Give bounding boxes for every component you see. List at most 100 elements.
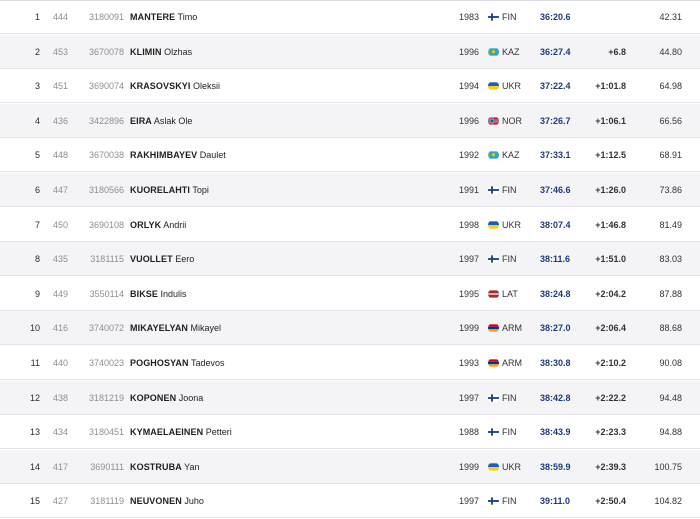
athlete-name[interactable]: KOSTRUBA Yan [130, 450, 200, 484]
table-row[interactable]: 4 436 3422896 EIRA Aslak Ole 1996 NOR 37:26.7 +… [0, 104, 700, 138]
ukraine-flag-icon [488, 220, 499, 230]
finland-flag-icon [488, 496, 499, 506]
table-row[interactable]: 9 449 3550114 BIKSE Indulis 1995 LAT 38:24.8 +2… [0, 277, 700, 311]
table-row[interactable]: 3 451 3690074 KRASOVSKYI Oleksii 1994 UKR 37:2… [0, 69, 700, 103]
bib-cell: 448 [53, 150, 69, 160]
fis-code-cell: 3181119 [90, 496, 124, 506]
time-behind-cell: +1:51.0 [595, 254, 626, 264]
bib-cell: 416 [53, 323, 69, 333]
fis-points-cell: 87.88 [659, 289, 682, 299]
athlete-surname: BIKSE [130, 289, 159, 299]
birth-year-cell: 1992 [458, 150, 479, 160]
fis-code-cell: 3670078 [88, 47, 124, 57]
table-row[interactable]: 15 427 3181119 NEUVONEN Juho 1997 FIN 39:11.0 +… [0, 484, 700, 518]
nation-cell: LAT [502, 289, 518, 299]
nation-cell: FIN [502, 12, 517, 22]
nation-cell: FIN [502, 496, 517, 506]
fis-points-cell: 94.48 [659, 393, 682, 403]
athlete-surname: KOPONEN [130, 393, 177, 403]
athlete-name[interactable]: KUORELAHTI Topi [130, 173, 209, 207]
athlete-surname: VUOLLET [130, 254, 173, 264]
athlete-given-name: Aslak Ole [153, 116, 193, 126]
athlete-surname: ORLYK [130, 220, 162, 230]
fis-code-cell: 3740023 [88, 358, 124, 368]
ukraine-flag-icon [488, 462, 499, 472]
athlete-surname: MIKAYELYAN [130, 323, 189, 333]
athlete-name[interactable]: MANTERE Timo [130, 0, 197, 34]
athlete-given-name: Daulet [199, 150, 226, 160]
table-row[interactable]: 7 450 3690108 ORLYK Andrii 1998 UKR 38:07.4 +1:… [0, 208, 700, 242]
athlete-name[interactable]: KRASOVSKYI Oleksii [130, 69, 220, 103]
athlete-name[interactable]: EIRA Aslak Ole [130, 104, 192, 138]
fis-points-cell: 88.68 [659, 323, 682, 333]
athlete-surname: MANTERE [130, 12, 176, 22]
athlete-given-name: Eero [175, 254, 195, 264]
athlete-given-name: Mikayel [190, 323, 222, 333]
fis-points-cell: 44.80 [659, 47, 682, 57]
fis-code-cell: 3690108 [88, 220, 124, 230]
fis-points-cell: 66.56 [659, 116, 682, 126]
time-cell: 37:33.1 [540, 150, 571, 160]
birth-year-cell: 1991 [458, 185, 479, 195]
birth-year-cell: 1983 [458, 12, 479, 22]
nation-cell: NOR [502, 116, 522, 126]
nation-cell: KAZ [502, 150, 520, 160]
fis-code-cell: 3181219 [88, 393, 124, 403]
table-row[interactable]: 2 453 3670078 KLIMIN Olzhas 1996 KAZ 36:27.4 +6… [0, 35, 700, 69]
athlete-surname: POGHOSYAN [130, 358, 189, 368]
fis-points-cell: 42.31 [659, 12, 682, 22]
fis-code-cell: 3670038 [88, 150, 124, 160]
finland-flag-icon [488, 427, 499, 437]
time-behind-cell: +1:06.1 [595, 116, 626, 126]
athlete-name[interactable]: KYMAELAEINEN Petteri [130, 415, 232, 449]
athlete-name[interactable]: ORLYK Andrii [130, 208, 186, 242]
fis-code-cell: 3180091 [88, 12, 124, 22]
table-row[interactable]: 11 440 3740023 POGHOSYAN Tadevos 1993 ARM 38:3… [0, 346, 700, 380]
bib-cell: 435 [53, 254, 69, 264]
athlete-surname: KOSTRUBA [130, 462, 182, 472]
athlete-name[interactable]: POGHOSYAN Tadevos [130, 346, 224, 380]
time-behind-cell: +2:23.3 [595, 427, 626, 437]
athlete-given-name: Topi [192, 185, 209, 195]
time-behind-cell: +2:50.4 [595, 496, 626, 506]
time-cell: 38:59.9 [540, 462, 571, 472]
nation-cell: UKR [502, 462, 522, 472]
table-row[interactable]: 8 435 3181115 VUOLLET Eero 1997 FIN 38:11.6 +1:… [0, 242, 700, 276]
rank-cell: 9 [34, 289, 40, 299]
fis-code-cell: 3690074 [88, 81, 124, 91]
fis-points-cell: 83.03 [659, 254, 682, 264]
fis-code-cell: 3181115 [90, 254, 124, 264]
kazakhstan-flag-icon [488, 47, 499, 57]
bib-cell: 447 [53, 185, 69, 195]
table-row[interactable]: 10 416 3740072 MIKAYELYAN Mikayel 1999 ARM 38:… [0, 311, 700, 345]
rank-cell: 2 [34, 47, 40, 57]
nation-cell: KAZ [502, 47, 520, 57]
athlete-name[interactable]: RAKHIMBAYEV Daulet [130, 138, 226, 172]
athlete-name[interactable]: MIKAYELYAN Mikayel [130, 311, 221, 345]
table-row[interactable]: 1 444 3180091 MANTERE Timo 1983 FIN 36:20.6 42.… [0, 0, 700, 34]
nation-cell: FIN [502, 393, 517, 403]
birth-year-cell: 1988 [458, 427, 479, 437]
rank-cell: 7 [34, 220, 40, 230]
table-row[interactable]: 14 417 3690111 KOSTRUBA Yan 1999 UKR 38:59.9 +2… [0, 450, 700, 484]
rank-cell: 3 [34, 81, 40, 91]
table-row[interactable]: 6 447 3180566 KUORELAHTI Topi 1991 FIN 37:46.6… [0, 173, 700, 207]
fis-points-cell: 104.82 [654, 496, 682, 506]
table-row[interactable]: 12 438 3181219 KOPONEN Joona 1997 FIN 38:42.8 +… [0, 381, 700, 415]
birth-year-cell: 1999 [458, 462, 479, 472]
rank-cell: 8 [34, 254, 40, 264]
fis-points-cell: 90.08 [659, 358, 682, 368]
rank-cell: 4 [34, 116, 40, 126]
rank-cell: 10 [30, 323, 41, 333]
table-row[interactable]: 13 434 3180451 KYMAELAEINEN Petteri 1988 FIN 3… [0, 415, 700, 449]
athlete-surname: EIRA [130, 116, 152, 126]
fis-code-cell: 3180451 [88, 427, 124, 437]
fis-points-cell: 94.88 [659, 427, 682, 437]
athlete-name[interactable]: NEUVONEN Juho [130, 484, 204, 518]
athlete-name[interactable]: VUOLLET Eero [130, 242, 194, 276]
athlete-name[interactable]: BIKSE Indulis [130, 277, 187, 311]
table-row[interactable]: 5 448 3670038 RAKHIMBAYEV Daulet 1992 KAZ 37:3… [0, 138, 700, 172]
birth-year-cell: 1993 [458, 358, 479, 368]
athlete-name[interactable]: KLIMIN Olzhas [130, 35, 192, 69]
athlete-name[interactable]: KOPONEN Joona [130, 381, 203, 415]
